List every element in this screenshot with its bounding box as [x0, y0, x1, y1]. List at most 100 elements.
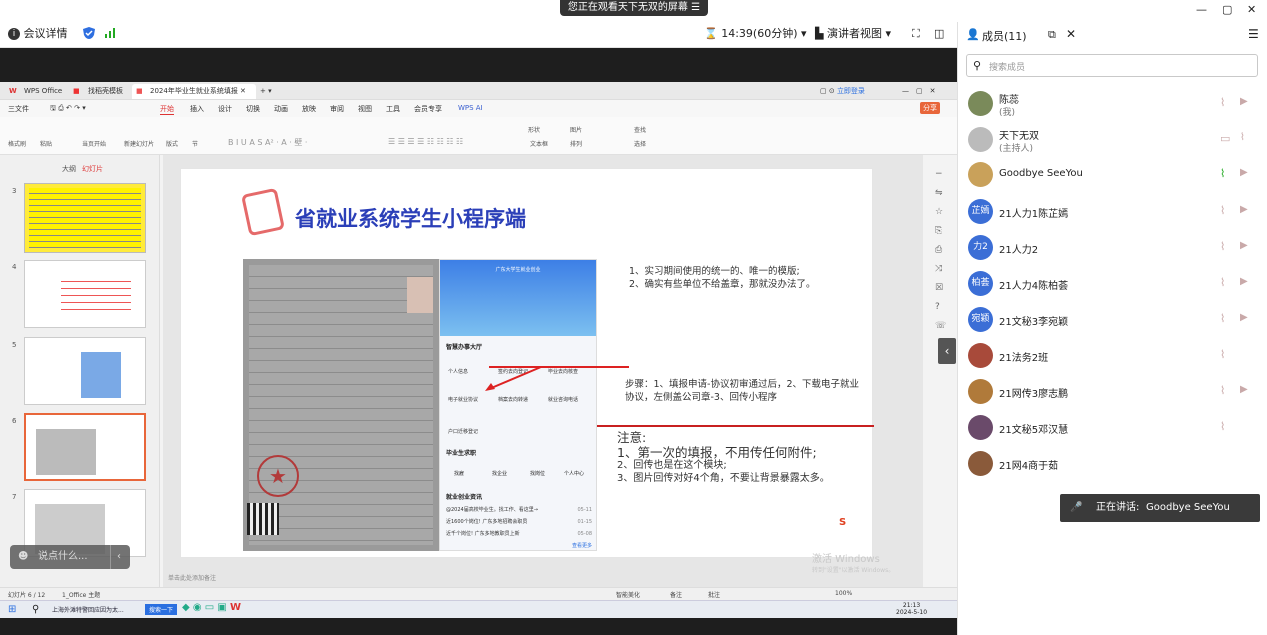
- close-button[interactable]: ✕: [1247, 2, 1256, 18]
- ribbon-select[interactable]: 选择: [634, 139, 646, 148]
- menu-review[interactable]: 审阅: [330, 104, 344, 114]
- more-link[interactable]: 查看更多: [572, 542, 592, 549]
- camera-off-icon[interactable]: ▶: [1240, 167, 1254, 178]
- panel-close-icon[interactable]: ✕: [1066, 27, 1076, 41]
- new-tab-button[interactable]: + ▾: [256, 84, 272, 99]
- view-mode-button[interactable]: ▙ 演讲者视图 ▾: [815, 26, 891, 42]
- minimize-button[interactable]: —: [1196, 2, 1207, 18]
- mic-muted-icon[interactable]: ⌇: [1220, 204, 1232, 218]
- collapse-panel-button[interactable]: ‹: [938, 338, 956, 364]
- maximize-button[interactable]: ▢: [1222, 2, 1232, 18]
- rail-icons[interactable]: − ⇋ ☆ ⎘ ⎙ ⤨ ☒? ☏: [935, 165, 946, 336]
- member-row[interactable]: 21网传3廖志鹏 ⌇ ▶: [958, 374, 1267, 410]
- screen-share-icon[interactable]: ▭: [1220, 132, 1232, 146]
- chevron-left-icon[interactable]: ‹: [110, 545, 121, 569]
- ribbon-textbox[interactable]: 文本框: [530, 139, 548, 148]
- menu-tools[interactable]: 工具: [386, 104, 400, 114]
- ribbon-picture[interactable]: 图片: [570, 125, 582, 134]
- chat-input-button[interactable]: ☻ 说点什么... ‹: [10, 545, 130, 569]
- camera-off-icon[interactable]: ▶: [1240, 276, 1254, 287]
- menu-wps-ai[interactable]: WPS AI: [458, 104, 483, 112]
- menu-insert[interactable]: 插入: [190, 104, 204, 114]
- share-banner[interactable]: 您正在观看天下无双的屏幕 ☰: [560, 0, 708, 16]
- menu-member[interactable]: 会员专享: [414, 104, 442, 114]
- camera-off-icon[interactable]: ▶: [1240, 384, 1254, 395]
- mic-on-icon[interactable]: ⌇: [1220, 167, 1232, 181]
- menu-animation[interactable]: 动画: [274, 104, 288, 114]
- ribbon-layout[interactable]: 版式: [166, 139, 178, 148]
- menu-design[interactable]: 设计: [218, 104, 232, 114]
- slide-thumb-3[interactable]: [24, 183, 146, 253]
- mic-muted-icon[interactable]: ⌇: [1220, 420, 1232, 434]
- layout-icon[interactable]: ◫: [934, 26, 944, 42]
- paragraph-controls[interactable]: ☰ ☰ ☰ ☰ ☷ ☷ ☷ ☷: [388, 137, 463, 146]
- taskbar-app-icons[interactable]: ◆ ◉ ▭ ▣ W: [182, 602, 241, 613]
- service-item[interactable]: 户口迁移登记: [448, 428, 478, 435]
- notes-hint[interactable]: 单击此处添加备注: [168, 573, 216, 582]
- news-widget[interactable]: 上海外滩特警回应因为太...: [52, 605, 124, 614]
- member-row[interactable]: 陈蕊 (我) ⌇ ▶: [958, 86, 1267, 122]
- member-row[interactable]: Goodbye SeeYou ⌇ ▶: [958, 157, 1267, 193]
- menu-transition[interactable]: 切换: [246, 104, 260, 114]
- news-item[interactable]: 近千个岗位! 广东多地教职员上新: [446, 528, 538, 540]
- member-row[interactable]: 21文秘5邓汉慧 ⌇: [958, 410, 1267, 446]
- member-row[interactable]: 力2 21人力2 ⌇ ▶: [958, 230, 1267, 266]
- tab-wps-office[interactable]: W WPS Office: [6, 84, 62, 99]
- mic-muted-icon[interactable]: ⌇: [1220, 348, 1232, 362]
- service-item[interactable]: 个人信息: [448, 368, 468, 375]
- zoom-level[interactable]: 100%: [835, 590, 852, 597]
- ribbon-paste[interactable]: 粘贴: [40, 139, 52, 148]
- camera-off-icon[interactable]: ▶: [1240, 204, 1254, 215]
- ribbon-arrange[interactable]: 排列: [570, 139, 582, 148]
- job-item[interactable]: 找企业: [492, 470, 507, 477]
- job-item[interactable]: 找雇: [454, 470, 464, 477]
- ribbon-find[interactable]: 查找: [634, 125, 646, 134]
- ribbon-new-slide[interactable]: 新建幻灯片: [124, 139, 154, 148]
- mic-muted-icon[interactable]: ⌇: [1240, 132, 1254, 143]
- emoji-icon[interactable]: ☻: [18, 545, 28, 569]
- share-button[interactable]: 分享: [920, 102, 940, 114]
- member-row[interactable]: 芷嫣 21人力1陈芷嫣 ⌇ ▶: [958, 194, 1267, 230]
- timer-button[interactable]: ⌛ 14:39(60分钟) ▾: [704, 26, 807, 42]
- news-item[interactable]: @2024届高校毕业生。找工作、看这里→: [446, 504, 538, 516]
- security-shield-icon[interactable]: [82, 26, 96, 45]
- menu-file[interactable]: 三文件: [8, 104, 29, 114]
- service-item[interactable]: 档案去向转递: [498, 396, 528, 403]
- menu-slideshow[interactable]: 放映: [302, 104, 316, 114]
- menu-view[interactable]: 视图: [358, 104, 372, 114]
- outline-tab[interactable]: 大纲: [62, 164, 76, 174]
- notes-button[interactable]: 备注: [670, 590, 682, 599]
- member-row[interactable]: 21法务2班 ⌇: [958, 338, 1267, 374]
- mic-muted-icon[interactable]: ⌇: [1220, 276, 1232, 290]
- start-icon[interactable]: ⊞: [8, 604, 16, 615]
- camera-off-icon[interactable]: ▶: [1240, 240, 1254, 251]
- mic-muted-icon[interactable]: ⌇: [1220, 384, 1232, 398]
- smart-beautify-button[interactable]: 智能美化: [616, 590, 640, 599]
- camera-off-icon[interactable]: ▶: [1240, 312, 1254, 323]
- fullscreen-icon[interactable]: ⛶: [912, 26, 920, 42]
- member-row[interactable]: 柏荟 21人力4陈柏荟 ⌇ ▶: [958, 266, 1267, 302]
- slide-thumb-4[interactable]: [24, 260, 146, 328]
- member-row[interactable]: 天下无双 (主持人) ▭ ⌇: [958, 122, 1267, 158]
- mic-muted-icon[interactable]: ⌇: [1220, 96, 1232, 110]
- comments-button[interactable]: 批注: [708, 590, 720, 599]
- member-row[interactable]: 宛颖 21文秘3李宛颖 ⌇ ▶: [958, 302, 1267, 338]
- mic-muted-icon[interactable]: ⌇: [1220, 240, 1232, 254]
- meeting-details-button[interactable]: i 会议详情: [8, 26, 68, 42]
- ribbon-section[interactable]: 节: [192, 139, 198, 148]
- menu-start[interactable]: 开始: [160, 104, 174, 115]
- service-item[interactable]: 电子就业协议: [448, 396, 478, 403]
- ribbon-format-painter[interactable]: 格式刷: [8, 139, 26, 148]
- menu-icon[interactable]: ☰: [1248, 27, 1259, 41]
- camera-off-icon[interactable]: ▶: [1240, 96, 1254, 107]
- news-item[interactable]: 近1600个岗位! 广东多地招聘会职员: [446, 516, 538, 528]
- tab-template[interactable]: ■ 找稻壳模板: [70, 84, 123, 99]
- ribbon-shape[interactable]: 形状: [528, 125, 540, 134]
- wps-window-controls[interactable]: — ▢ ✕: [902, 84, 935, 99]
- search-button[interactable]: 搜索一下: [145, 604, 178, 615]
- job-item[interactable]: 找岗位: [530, 470, 545, 477]
- search-icon[interactable]: ⚲: [32, 604, 39, 615]
- ribbon-start-from-current[interactable]: 当页开始: [82, 139, 106, 148]
- slide-thumb-6-selected[interactable]: [24, 413, 146, 481]
- system-clock[interactable]: 21:13 2024-5-10: [896, 602, 927, 616]
